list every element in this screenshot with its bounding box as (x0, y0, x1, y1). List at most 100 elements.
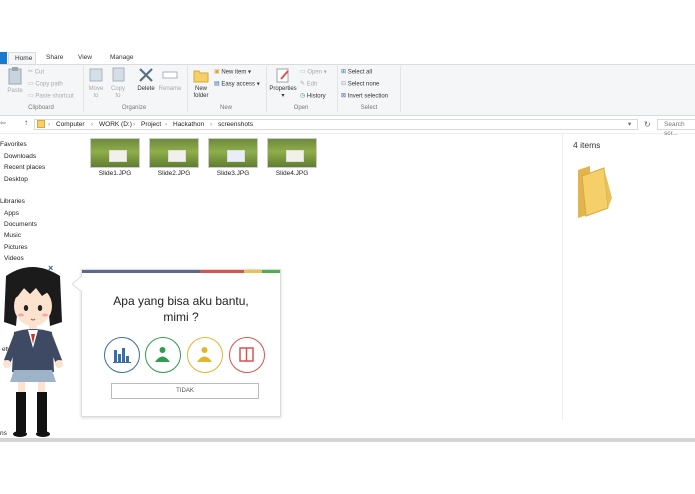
select-none-button[interactable]: ⊟ Select none (341, 79, 379, 89)
nav-item-downloads[interactable]: Downloads (4, 152, 36, 162)
refresh-icon[interactable]: ↻ (644, 119, 651, 130)
new-item-icon: ▣ (214, 69, 220, 75)
ribbon-separator (337, 66, 338, 112)
open-button[interactable]: ▭ Open ▾ (300, 67, 327, 77)
cut-button[interactable]: ✂ Cut (28, 67, 44, 77)
file-name[interactable]: Slide4.JPG (268, 170, 316, 177)
invert-selection-button[interactable]: ⊠ Invert selection (341, 91, 388, 101)
ribbon-separator (83, 66, 84, 112)
color-stripe (244, 270, 262, 273)
chart-option-button[interactable] (104, 337, 140, 373)
tab-home[interactable]: Home (8, 52, 36, 64)
nav-item-music[interactable]: Music (4, 231, 21, 241)
open-label: Open (307, 69, 323, 76)
select-all-icon: ⊞ (341, 69, 347, 75)
cancel-button[interactable]: TIDAK (111, 383, 259, 399)
breadcrumb-separator: › (48, 121, 51, 128)
nav-item-recent-places[interactable]: Recent places (4, 163, 45, 173)
person-green-option-button[interactable] (145, 337, 181, 373)
copy-to-button[interactable]: Copy to (108, 67, 128, 100)
select-all-button[interactable]: ⊞ Select all (341, 67, 372, 77)
slide-preview (227, 150, 245, 162)
tab-manage[interactable]: Manage (110, 52, 134, 64)
nav-item-libraries[interactable]: Libraries (0, 197, 25, 207)
scissors-icon: ✂ (28, 69, 34, 75)
breadcrumb-screenshots[interactable]: screenshots (218, 119, 253, 130)
move-to-button[interactable]: Move to (86, 67, 106, 100)
back-arrow-icon[interactable]: ⇦ (0, 119, 6, 127)
file-name[interactable]: Slide3.JPG (209, 170, 257, 177)
open-icon: ▭ (300, 69, 306, 75)
ribbon-tab-bar (0, 52, 695, 64)
file-name[interactable]: Slide1.JPG (91, 170, 139, 177)
open-group-label: Open (293, 105, 309, 111)
paste-button[interactable]: Paste (4, 67, 26, 95)
copy-path-button[interactable]: ▭ Copy path (28, 79, 63, 89)
organize-group-label: Organize (121, 105, 147, 111)
nav-item-favorites[interactable]: Favorites (0, 140, 27, 150)
nav-item-videos[interactable]: Videos (4, 254, 24, 264)
breadcrumb-separator: › (165, 121, 168, 128)
copy-to-icon (112, 67, 125, 82)
history-button[interactable]: ◷ History (300, 91, 326, 101)
file-name[interactable]: Slide2.JPG (150, 170, 198, 177)
paste-label: Paste (7, 88, 23, 94)
up-arrow-icon[interactable]: ↑ (24, 118, 28, 127)
new-folder-button[interactable]: New folder (190, 67, 212, 100)
assistant-character-avatar[interactable] (0, 264, 70, 440)
person-yellow-icon (197, 347, 212, 362)
tab-share[interactable]: Share (46, 52, 63, 64)
question-line: Apa yang bisa aku bantu, (113, 294, 249, 308)
breadcrumb-project[interactable]: Project (141, 119, 161, 130)
breadcrumb-hackathon[interactable]: Hackathon (173, 119, 204, 130)
new-folder-label: New folder (193, 86, 209, 99)
properties-button[interactable]: Properties ▾ (268, 67, 298, 100)
details-pane-divider[interactable] (562, 133, 563, 420)
paste-shortcut-button[interactable]: ▭ Paste shortcut (28, 91, 74, 101)
nav-item-apps[interactable]: Apps (4, 209, 19, 219)
history-label: History (306, 93, 326, 100)
easy-access-icon: ▤ (214, 81, 220, 87)
rename-label: Rename (158, 86, 182, 92)
rename-button[interactable]: Rename (158, 67, 182, 93)
close-icon[interactable]: × (48, 263, 53, 273)
book-option-button[interactable] (229, 337, 265, 373)
folder-icon (193, 70, 209, 83)
file-thumbnail[interactable] (209, 139, 257, 167)
slide-preview (109, 150, 127, 162)
tab-view[interactable]: View (78, 52, 92, 64)
delete-button[interactable]: Delete (135, 67, 157, 93)
address-dropdown-icon[interactable]: ▾ (628, 119, 631, 130)
breadcrumb-separator: › (133, 121, 136, 128)
file-tab[interactable] (0, 52, 7, 64)
new-item-button[interactable]: ▣ New item ▾ (214, 67, 251, 77)
breadcrumb-computer[interactable]: Computer (56, 119, 85, 130)
file-thumbnail[interactable] (91, 139, 139, 167)
color-stripe (82, 270, 200, 273)
paste-icon (8, 67, 22, 85)
edit-button[interactable]: ✎ Edit (300, 79, 317, 89)
nav-item-documents[interactable]: Documents (4, 220, 37, 230)
breadcrumb-work[interactable]: WORK (D:) (99, 119, 132, 130)
invert-selection-label: Invert selection (347, 93, 389, 100)
slide-preview (168, 150, 186, 162)
ribbon-separator (266, 66, 267, 112)
file-thumbnail[interactable] (268, 139, 316, 167)
move-to-label: Move to (88, 86, 104, 99)
search-input[interactable]: Search scr... (657, 119, 695, 137)
nav-item-desktop[interactable]: Desktop (4, 175, 28, 185)
nav-item-pictures[interactable]: Pictures (4, 243, 27, 253)
dialog-pointer (72, 276, 83, 292)
copy-to-label: Copy to (110, 86, 125, 99)
easy-access-label: Easy access (221, 81, 256, 88)
properties-icon (276, 68, 289, 83)
breadcrumb-separator: › (91, 121, 94, 128)
easy-access-button[interactable]: ▤ Easy access ▾ (214, 79, 260, 89)
new-item-label: New item (221, 69, 247, 76)
breadcrumb-separator: › (210, 121, 213, 128)
ribbon-separator (187, 66, 188, 112)
copy-path-label: Copy path (35, 81, 63, 88)
file-thumbnail[interactable] (150, 139, 198, 167)
paste-shortcut-icon: ▭ (28, 93, 34, 99)
person-yellow-option-button[interactable] (187, 337, 223, 373)
